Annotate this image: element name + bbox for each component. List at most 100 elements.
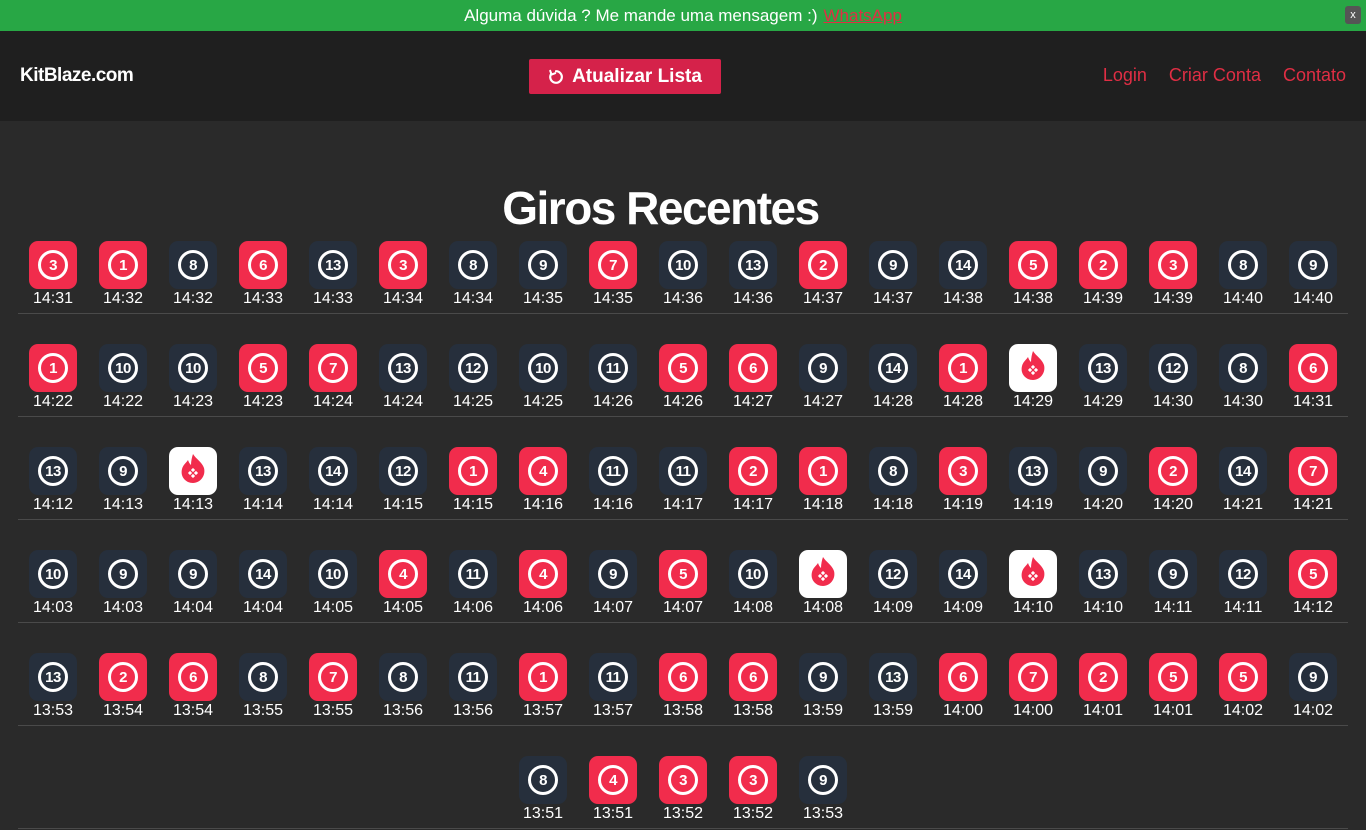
spin-time: 13:57 [592, 702, 634, 719]
spin-number: 4 [528, 456, 558, 486]
spin-time: 14:04 [172, 599, 214, 616]
spin-time: 14:23 [242, 393, 284, 410]
blaze-logo-icon [1018, 350, 1048, 387]
spin-time: 14:40 [1222, 290, 1264, 307]
signup-link[interactable]: Criar Conta [1169, 65, 1261, 86]
spin-number: 6 [668, 662, 698, 692]
spin-row: 3 14:31 1 14:32 8 14:32 6 14:33 13 14:33 3 14:34 8 14… [18, 241, 1348, 314]
spin-number: 7 [318, 353, 348, 383]
brand-logo[interactable]: KitBlaze.com [20, 65, 134, 87]
spin-number: 10 [738, 559, 768, 589]
spin-cell: 9 13:53 [788, 756, 858, 828]
spin-number: 9 [178, 559, 208, 589]
spin-number: 5 [1158, 662, 1188, 692]
spin-time: 14:36 [662, 290, 704, 307]
spin-cell: 5 14:07 [648, 550, 718, 622]
contact-link[interactable]: Contato [1283, 65, 1346, 86]
spin-cell: 3 14:19 [928, 447, 998, 519]
spin-tile-black: 10 [519, 344, 567, 392]
spin-time: 14:22 [102, 393, 144, 410]
spin-number: 11 [598, 353, 628, 383]
spin-tile-black: 10 [309, 550, 357, 598]
spin-cell: 14 14:28 [858, 344, 928, 416]
spin-cell: 5 14:12 [1278, 550, 1348, 622]
spin-tile-red: 5 [1219, 653, 1267, 701]
spin-number: 14 [948, 559, 978, 589]
spin-number: 9 [1298, 250, 1328, 280]
spin-tile-black: 8 [1219, 241, 1267, 289]
spin-time: 14:38 [942, 290, 984, 307]
spin-time: 13:51 [592, 805, 634, 822]
spin-tile-black: 13 [239, 447, 287, 495]
whatsapp-link[interactable]: WhatsApp [823, 6, 901, 26]
spin-cell: 6 13:58 [648, 653, 718, 725]
spin-tile-red: 6 [729, 653, 777, 701]
spin-tile-black: 13 [869, 653, 917, 701]
spin-cell: 8 14:30 [1208, 344, 1278, 416]
spin-time: 14:27 [802, 393, 844, 410]
spin-tile-black: 9 [589, 550, 637, 598]
spin-cell: 10 14:22 [88, 344, 158, 416]
spin-time: 14:00 [1012, 702, 1054, 719]
spin-cell: 2 13:54 [88, 653, 158, 725]
spin-tile-black: 13 [29, 447, 77, 495]
spin-number: 13 [318, 250, 348, 280]
spin-cell: 14 14:09 [928, 550, 998, 622]
banner-text: Alguma dúvida ? Me mande uma mensagem :) [464, 5, 818, 25]
spin-cell: 3 13:52 [718, 756, 788, 828]
spin-time: 14:14 [242, 496, 284, 513]
spin-tile-black: 12 [869, 550, 917, 598]
spin-time: 14:19 [942, 496, 984, 513]
blaze-logo-icon [808, 556, 838, 593]
spin-tile-black: 10 [169, 344, 217, 392]
spin-cell: 13 14:33 [298, 241, 368, 313]
spin-number: 7 [1298, 456, 1328, 486]
spin-number: 8 [458, 250, 488, 280]
spin-number: 8 [178, 250, 208, 280]
spin-cell: 12 14:15 [368, 447, 438, 519]
spin-number: 12 [878, 559, 908, 589]
spin-tile-black: 13 [29, 653, 77, 701]
spin-tile-black: 10 [729, 550, 777, 598]
spin-cell: 13 13:59 [858, 653, 928, 725]
spin-cell: 8 13:51 [508, 756, 578, 828]
spin-cell: 6 14:00 [928, 653, 998, 725]
spin-cell: 2 14:17 [718, 447, 788, 519]
spin-tile-black: 9 [1289, 241, 1337, 289]
login-link[interactable]: Login [1103, 65, 1147, 86]
spin-number: 13 [388, 353, 418, 383]
spin-cell: 9 14:11 [1138, 550, 1208, 622]
spin-tile-black: 9 [799, 653, 847, 701]
spin-time: 14:29 [1012, 393, 1054, 410]
spin-time: 14:28 [872, 393, 914, 410]
spin-number: 11 [458, 559, 488, 589]
refresh-list-button[interactable]: Atualizar Lista [529, 59, 721, 94]
spin-time: 14:18 [802, 496, 844, 513]
spin-cell: 3 14:39 [1138, 241, 1208, 313]
spin-cell: 11 14:06 [438, 550, 508, 622]
spin-number: 3 [738, 765, 768, 795]
spin-tile-red: 7 [1289, 447, 1337, 495]
refresh-icon [549, 69, 563, 84]
close-banner-button[interactable]: x [1345, 6, 1361, 24]
spin-tile-red: 1 [99, 241, 147, 289]
spin-number: 1 [948, 353, 978, 383]
spin-cell: 9 14:27 [788, 344, 858, 416]
spin-time: 14:37 [872, 290, 914, 307]
spin-time: 13:58 [732, 702, 774, 719]
spin-cell: 6 14:33 [228, 241, 298, 313]
spin-time: 13:59 [802, 702, 844, 719]
spin-time: 14:01 [1152, 702, 1194, 719]
spin-time: 14:06 [522, 599, 564, 616]
spin-number: 6 [178, 662, 208, 692]
navbar: KitBlaze.com Atualizar Lista Login Criar… [0, 31, 1366, 121]
spin-tile-red: 5 [1289, 550, 1337, 598]
spin-number: 13 [738, 250, 768, 280]
spin-tile-black: 9 [1079, 447, 1127, 495]
spin-cell: 2 14:39 [1068, 241, 1138, 313]
spin-time: 14:21 [1292, 496, 1334, 513]
spin-tile-red: 6 [659, 653, 707, 701]
spin-cell: 1 14:15 [438, 447, 508, 519]
spin-number: 10 [38, 559, 68, 589]
spin-tile-red: 6 [729, 344, 777, 392]
